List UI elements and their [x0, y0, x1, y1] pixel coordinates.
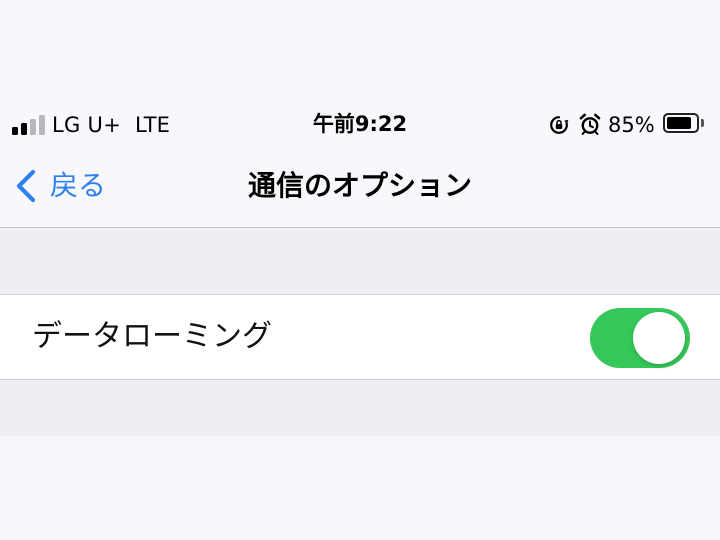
signal-bar — [39, 115, 45, 135]
battery-level-fill — [667, 117, 691, 129]
status-time: 午前9:22 — [312, 112, 408, 136]
battery-percentage: 85% — [608, 113, 655, 137]
network-type: LTE — [135, 113, 170, 137]
signal-bar — [21, 123, 27, 135]
data-roaming-label: データローミング — [32, 319, 272, 354]
toggle-knob[interactable] — [633, 312, 685, 364]
signal-bar — [12, 127, 18, 135]
data-roaming-toggle[interactable] — [590, 308, 690, 368]
settings-screen: LG U+ LTE 午前9:22 85% 戻る 通信のオプション データローミン… — [0, 0, 720, 540]
battery-icon — [663, 113, 699, 133]
bottom-background — [0, 436, 720, 540]
alarm-clock-icon — [579, 113, 601, 135]
signal-strength-icon — [12, 113, 46, 135]
top-background — [0, 0, 720, 100]
carrier-name: LG U+ — [52, 113, 122, 137]
chevron-left-icon — [16, 169, 36, 203]
page-title: 通信のオプション — [247, 169, 472, 202]
orientation-lock-icon — [550, 116, 569, 134]
signal-bar — [30, 119, 36, 135]
back-button-label: 戻る — [50, 169, 107, 202]
battery-cap — [701, 119, 704, 127]
back-button[interactable]: 戻る — [14, 166, 106, 206]
section-header-spacer — [0, 228, 720, 294]
section-footer-spacer — [0, 380, 720, 436]
